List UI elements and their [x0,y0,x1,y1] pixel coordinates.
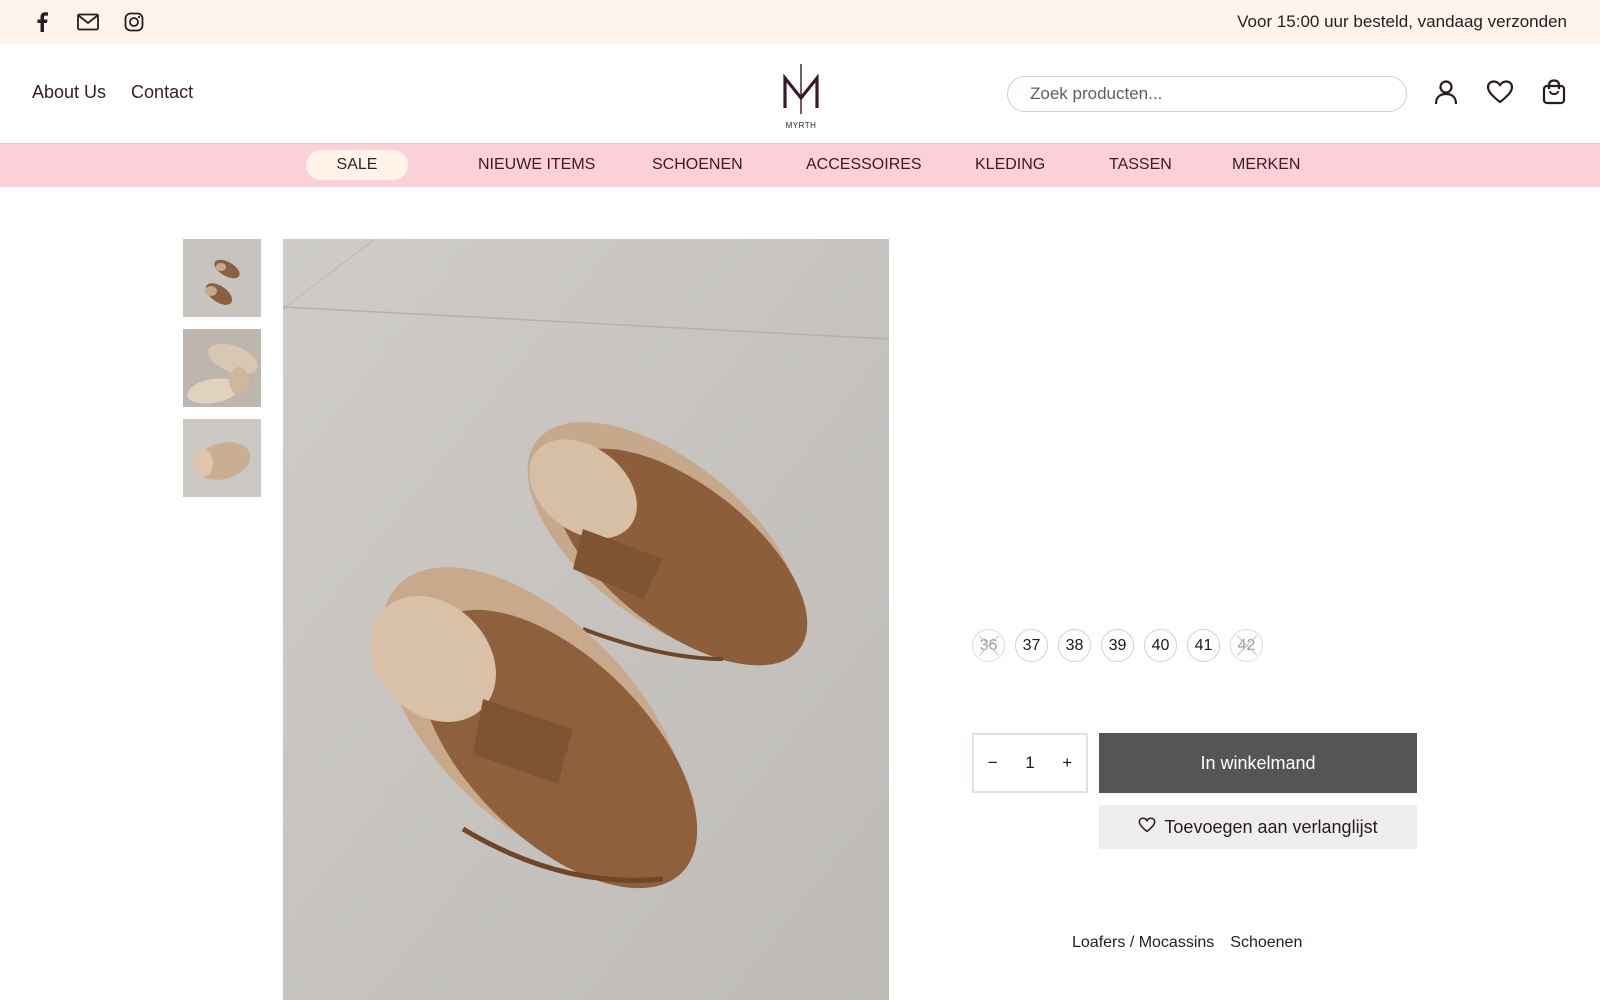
quantity-value[interactable]: 1 [1025,753,1034,773]
logo-wordmark: MYRTH [785,121,817,130]
wishlist-label: Toevoegen aan verlanglijst [1164,817,1378,837]
product-categories: Loafers / Mocassins Schoenen [1072,934,1302,952]
size-option[interactable]: 37 [1015,629,1048,662]
product-main-image[interactable] [283,239,889,1000]
size-option[interactable]: 40 [1144,629,1177,662]
size-option[interactable]: 41 [1187,629,1220,662]
product-thumbnail[interactable] [183,239,261,317]
size-option[interactable]: 39 [1101,629,1134,662]
account-icon[interactable] [1432,78,1460,106]
quantity-stepper: − 1 + [972,733,1088,793]
contact-link[interactable]: Contact [131,82,193,103]
nav-kleding[interactable]: KLEDING [975,150,1045,180]
top-bar: Voor 15:00 uur besteld, vandaag verzonde… [0,0,1600,44]
add-to-cart-button[interactable]: In winkelmand [1099,733,1417,793]
social-links [30,10,146,34]
size-option[interactable]: 42 [1230,629,1263,662]
facebook-icon[interactable] [30,10,54,34]
size-selector: 36 37 38 39 40 41 42 [972,629,1263,662]
brand-logo[interactable]: MYRTH [778,60,824,130]
category-nav: SALE NIEUWE ITEMS SCHOENEN ACCESSOIRES K… [0,143,1600,187]
add-to-wishlist-button[interactable]: Toevoegen aan verlanglijst [1099,805,1417,849]
category-link-loafers[interactable]: Loafers / Mocassins [1072,934,1214,952]
product-thumbnail[interactable] [183,329,261,407]
nav-tassen[interactable]: TASSEN [1109,150,1172,180]
header-icons [1432,78,1568,106]
product-thumbnail[interactable] [183,419,261,497]
header-links: About Us Contact [32,82,193,103]
category-link-schoenen[interactable]: Schoenen [1230,934,1302,952]
increase-quantity-button[interactable]: + [1062,753,1072,773]
nav-accessoires[interactable]: ACCESSOIRES [806,150,922,180]
nav-sale[interactable]: SALE [306,150,408,180]
about-us-link[interactable]: About Us [32,82,106,103]
cart-bag-icon[interactable] [1540,78,1568,106]
product-thumbnails [183,239,261,509]
decrease-quantity-button[interactable]: − [988,753,998,773]
instagram-icon[interactable] [122,10,146,34]
site-header: About Us Contact MYRTH [0,44,1600,143]
nav-merken[interactable]: MERKEN [1232,150,1300,180]
heart-icon [1138,805,1156,849]
mail-icon[interactable] [76,10,100,34]
nav-schoenen[interactable]: SCHOENEN [652,150,743,180]
nav-nieuwe-items[interactable]: NIEUWE ITEMS [478,150,595,180]
size-option[interactable]: 38 [1058,629,1091,662]
wishlist-heart-icon[interactable] [1486,78,1514,106]
search-input[interactable] [1007,76,1407,112]
size-option[interactable]: 36 [972,629,1005,662]
shipping-notice: Voor 15:00 uur besteld, vandaag verzonde… [1237,12,1567,31]
